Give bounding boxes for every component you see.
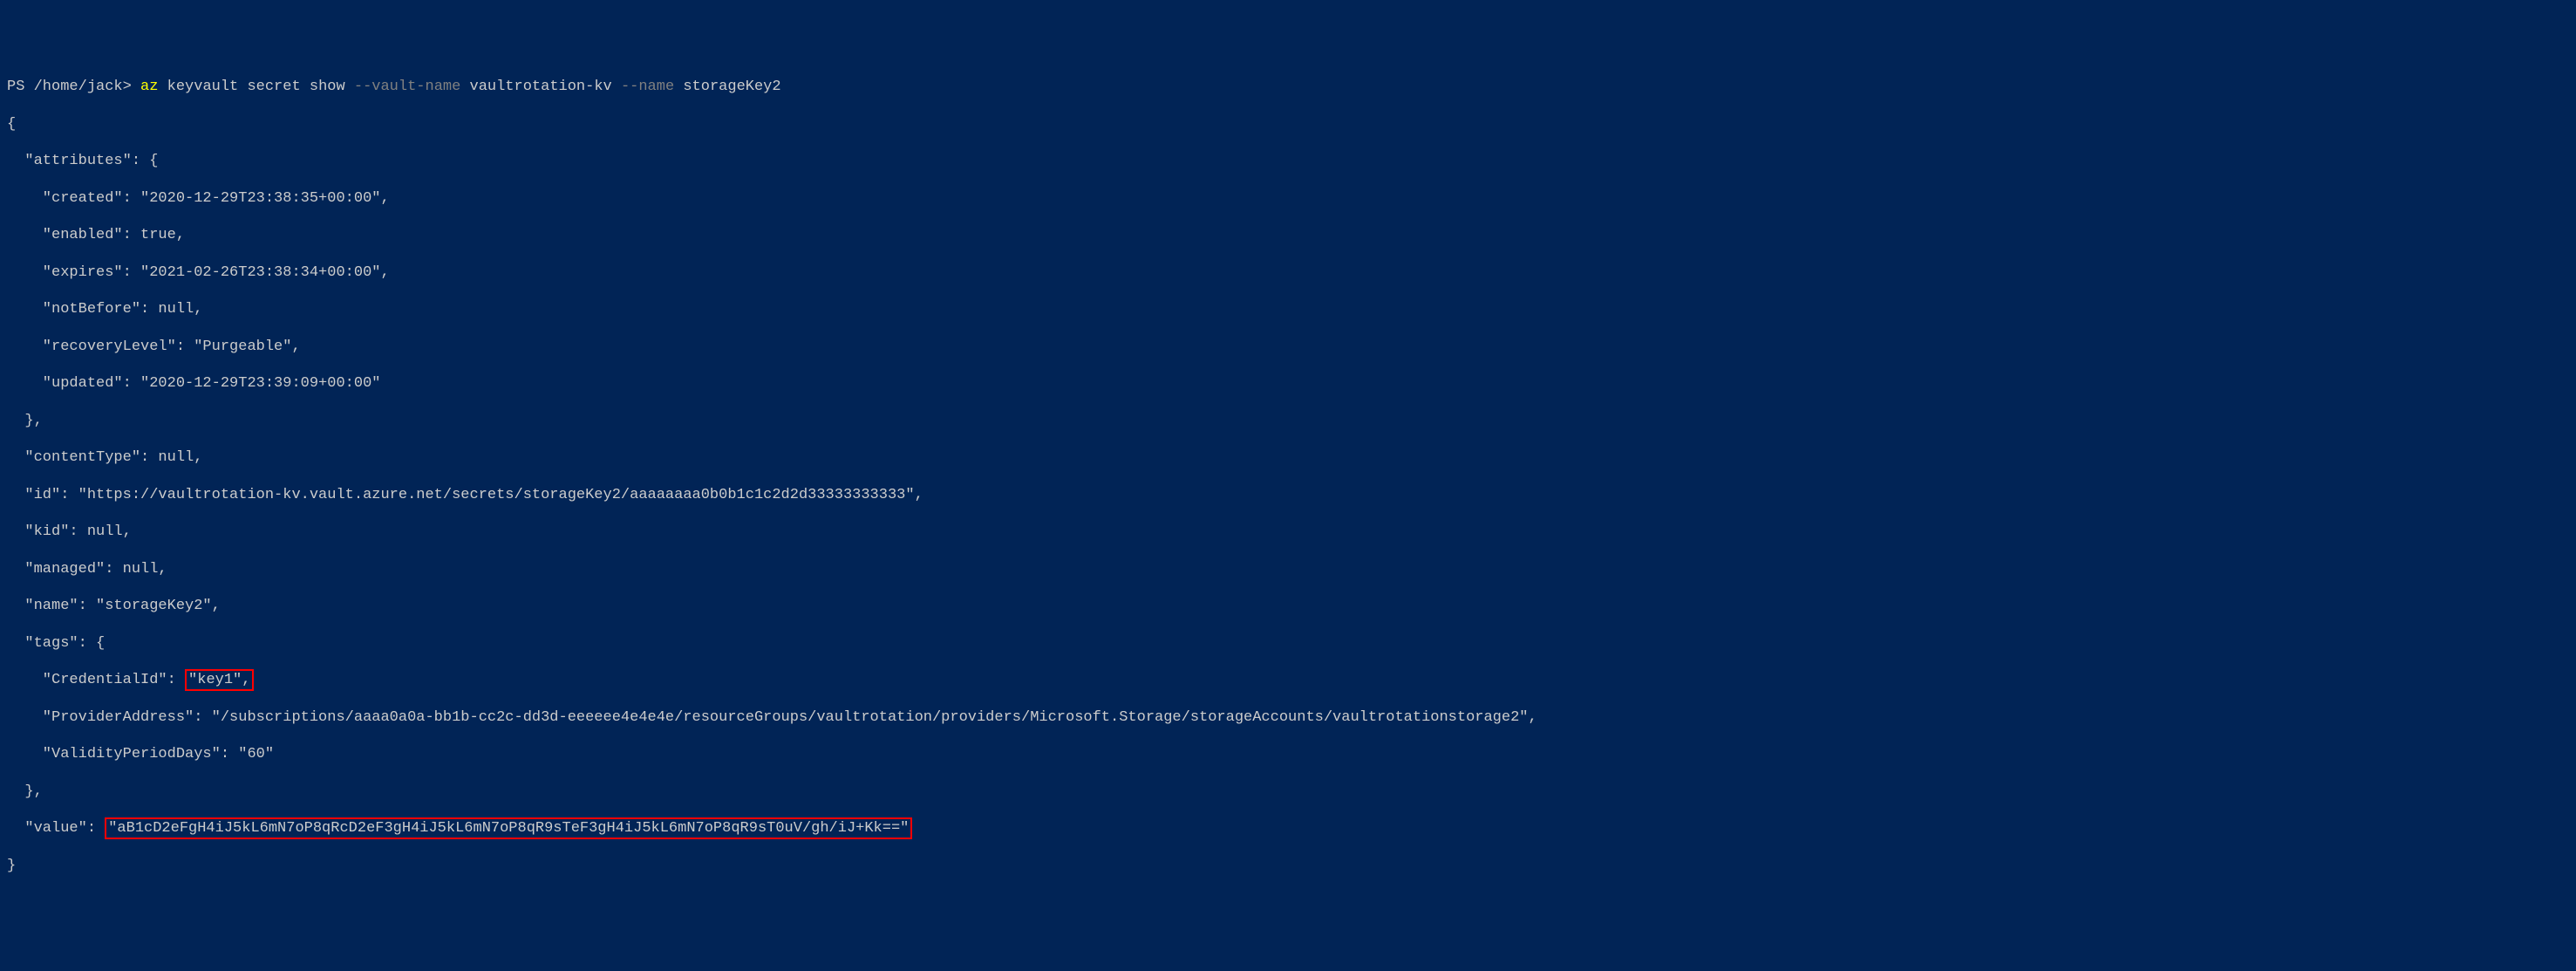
output-managed: "managed": null,	[7, 560, 2569, 578]
output-expires: "expires": "2021-02-26T23:38:34+00:00",	[7, 263, 2569, 282]
prompt-prefix: PS /home/jack>	[7, 79, 140, 95]
output-created: "created": "2020-12-29T23:38:35+00:00",	[7, 189, 2569, 208]
output-credentialid-key: "CredentialId":	[7, 672, 185, 688]
output-tags-open: "tags": {	[7, 634, 2569, 653]
output-id: "id": "https://vaultrotation-kv.vault.az…	[7, 486, 2569, 504]
output-attributes-open: "attributes": {	[7, 152, 2569, 170]
command-val-vault-name: vaultrotation-kv	[460, 79, 621, 95]
output-provideraddress: "ProviderAddress": "/subscriptions/aaaa0…	[7, 708, 2569, 727]
output-attributes-close: },	[7, 412, 2569, 430]
output-value-line: "value": "aB1cD2eFgH4iJ5kL6mN7oP8qRcD2eF…	[7, 819, 2569, 838]
command-val-name: storageKey2	[674, 79, 780, 95]
command-line[interactable]: PS /home/jack> az keyvault secret show -…	[7, 78, 2569, 96]
output-validityperioddays: "ValidityPeriodDays": "60"	[7, 745, 2569, 763]
output-credentialid-line: "CredentialId": "key1",	[7, 671, 2569, 689]
output-enabled: "enabled": true,	[7, 226, 2569, 244]
command-args-1: keyvault secret show	[158, 79, 353, 95]
highlight-credentialid-value: "key1",	[185, 669, 254, 691]
command-executable: az	[140, 79, 158, 95]
output-kid: "kid": null,	[7, 523, 2569, 541]
output-name: "name": "storageKey2",	[7, 597, 2569, 615]
output-contenttype: "contentType": null,	[7, 448, 2569, 467]
output-notbefore: "notBefore": null,	[7, 300, 2569, 318]
output-tags-close: },	[7, 783, 2569, 801]
output-brace-open: {	[7, 115, 2569, 133]
output-value-key: "value":	[7, 820, 105, 837]
highlight-secret-value: "aB1cD2eFgH4iJ5kL6mN7oP8qRcD2eF3gH4iJ5kL…	[105, 817, 912, 839]
command-param-name: --name	[621, 79, 674, 95]
output-brace-close: }	[7, 857, 2569, 875]
output-updated: "updated": "2020-12-29T23:39:09+00:00"	[7, 374, 2569, 393]
command-param-vault-name: --vault-name	[354, 79, 460, 95]
output-recoverylevel: "recoveryLevel": "Purgeable",	[7, 338, 2569, 356]
